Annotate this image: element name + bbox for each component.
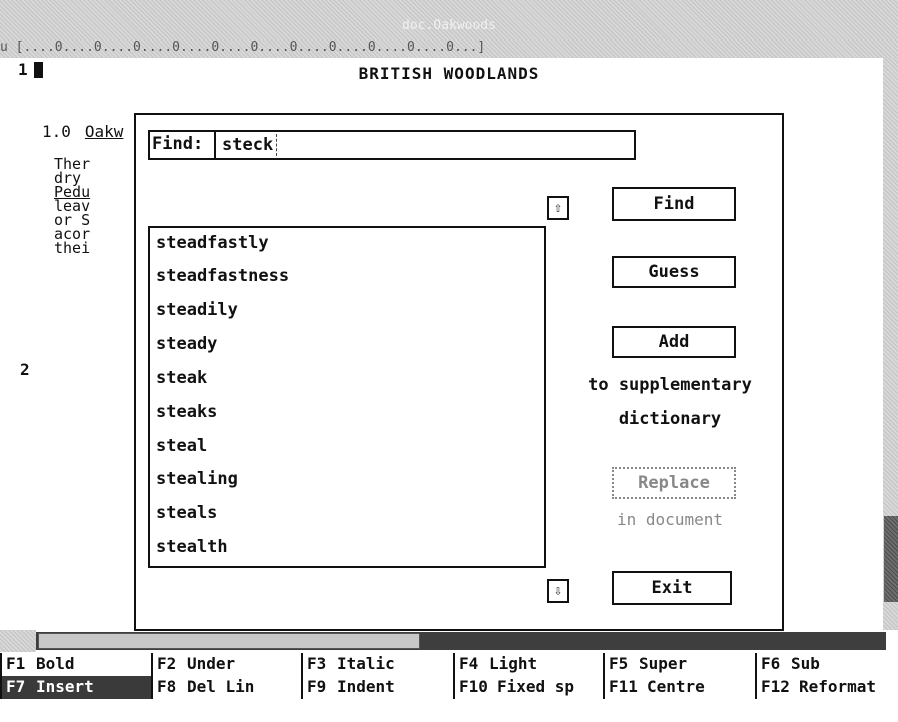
text-caret [276,134,278,156]
paragraph-line: thei [54,239,91,257]
fkey-f12[interactable]: F12 Reformat [755,676,898,699]
fkey-label: Insert [36,677,94,696]
fkey-f9[interactable]: F9 Indent [301,676,453,699]
suggestion-item[interactable]: stealing [156,469,238,489]
fkey-f10[interactable]: F10 Fixed sp [453,676,603,699]
suggestion-item[interactable]: steadily [156,300,238,320]
fkey-number: F4 [459,654,479,673]
fkey-f4[interactable]: F4 Light [453,653,603,676]
find-input[interactable]: steck [222,130,273,160]
vertical-scrollbar-thumb[interactable] [884,516,898,602]
add-button[interactable]: Add [612,326,736,358]
horizontal-scrollbar-thumb[interactable] [38,633,420,649]
fkey-label: Italic [337,654,395,673]
scroll-left-area[interactable] [0,630,36,652]
suggestion-item[interactable]: steadfastness [156,266,289,286]
suggestion-item[interactable]: steal [156,436,207,456]
replace-caption: in document [617,510,723,529]
add-caption-line: to supplementary [588,375,752,395]
fkey-number: F2 [157,654,177,673]
fkey-number: F9 [307,677,327,696]
suggestion-item[interactable]: steals [156,503,217,523]
fkey-number: F3 [307,654,327,673]
section-heading: 1.0 Oakw [42,122,123,141]
fkey-number: F10 [459,677,488,696]
fkey-number: F7 [6,677,26,696]
fkey-number: F6 [761,654,781,673]
scroll-down-button[interactable]: ⇩ [547,579,569,603]
scroll-up-button[interactable]: ⇧ [547,196,569,220]
fkey-label: Centre [647,677,705,696]
fkey-label: Light [489,654,538,673]
suggestion-item[interactable]: steadfastly [156,233,269,253]
section-number: 1.0 [42,122,71,141]
page-marker: 2 [20,360,30,379]
paragraph: Ther dry Pedu leav or S acor thei [54,157,91,257]
fkey-f3[interactable]: F3 Italic [301,653,453,676]
fkey-number: F1 [6,654,26,673]
fkey-number: F11 [609,677,638,696]
fkey-f5[interactable]: F5 Super [603,653,755,676]
replace-button[interactable]: Replace [612,467,736,499]
find-label: Find: [148,130,216,160]
fkey-f8[interactable]: F8 Del Lin [151,676,301,699]
window-title: doc.Oakwoods [402,18,496,33]
fkey-label: Bold [36,654,75,673]
suggestion-item[interactable]: steaks [156,402,217,422]
fkey-number: F8 [157,677,177,696]
fkey-number: F5 [609,654,629,673]
guess-button[interactable]: Guess [612,256,736,288]
add-caption-line: dictionary [618,409,722,429]
fkey-f1[interactable]: F1 Bold [0,653,151,676]
fkey-label: Del Lin [187,677,255,696]
fkey-label: Under [187,654,236,673]
find-button[interactable]: Find [612,187,736,221]
section-title: Oakw [84,122,124,141]
fkey-f2[interactable]: F2 Under [151,653,301,676]
fkey-label: Sub [791,654,820,673]
suggestion-item[interactable]: steady [156,334,217,354]
add-caption: to supplementary dictionary [560,368,780,436]
fkey-f11[interactable]: F11 Centre [603,676,755,699]
fkey-label: Super [639,654,688,673]
suggestion-item[interactable]: stealth [156,537,228,557]
fkey-f7[interactable]: F7 Insert [0,676,151,699]
fkey-f6[interactable]: F6 Sub [755,653,898,676]
arrow-up-icon: ⇧ [553,200,563,216]
exit-button[interactable]: Exit [612,571,732,605]
fkey-label: Reformat [799,677,877,696]
fkey-label: Indent [337,677,395,696]
fkey-label: Fixed sp [497,677,575,696]
arrow-down-icon: ⇩ [553,583,563,599]
function-key-bar: F1 Bold F2 Under F3 Italic F4 Light F5 Super … [0,653,898,722]
suggestion-item[interactable]: steak [156,368,207,388]
ruler: u [....0....0....0....0....0....0....0..… [0,40,898,58]
fkey-number: F12 [761,677,790,696]
document-title: BRITISH WOODLANDS [358,64,540,83]
